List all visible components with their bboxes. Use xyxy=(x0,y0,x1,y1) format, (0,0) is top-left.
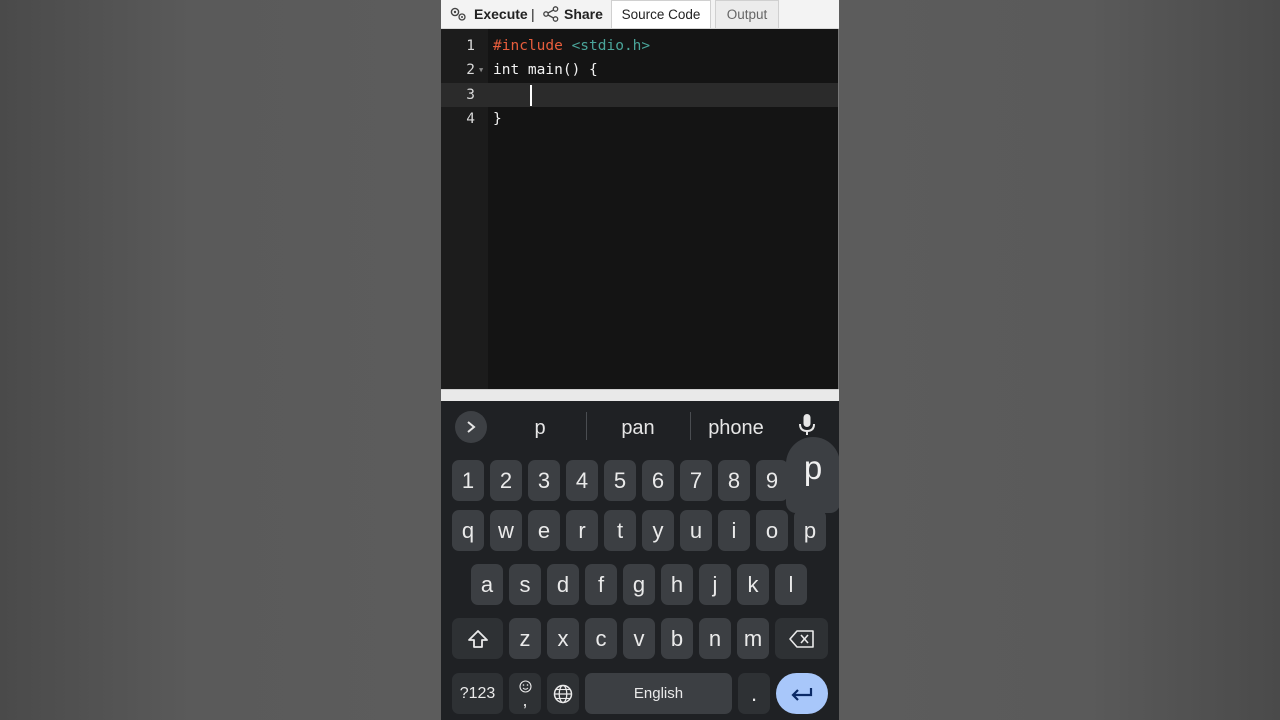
line-number: 4 xyxy=(466,111,475,127)
shift-icon xyxy=(467,629,488,648)
suggestion-item[interactable]: p xyxy=(509,415,571,441)
key-n[interactable]: n xyxy=(699,618,731,659)
suggestion-item[interactable]: phone xyxy=(699,415,773,441)
key-f[interactable]: f xyxy=(585,564,617,605)
enter-key[interactable] xyxy=(776,673,828,714)
key-2[interactable]: 2 xyxy=(490,460,522,501)
suggestion-divider xyxy=(586,412,587,440)
globe-icon xyxy=(553,684,573,703)
key-x[interactable]: x xyxy=(547,618,579,659)
microphone-icon xyxy=(799,414,815,435)
phone-screen: Execute | Share Source Code Output 1 #in… xyxy=(441,0,839,720)
text-cursor xyxy=(530,85,532,106)
key-e[interactable]: e xyxy=(528,510,560,551)
key-5[interactable]: 5 xyxy=(604,460,636,501)
key-l[interactable]: l xyxy=(775,564,807,605)
code-text: #include <stdio.h> xyxy=(493,34,650,58)
emoji-comma-key[interactable]: , xyxy=(509,673,541,714)
key-4[interactable]: 4 xyxy=(566,460,598,501)
key-press-popup: p xyxy=(786,437,839,513)
key-s[interactable]: s xyxy=(509,564,541,605)
key-8[interactable]: 8 xyxy=(718,460,750,501)
space-bar[interactable]: English xyxy=(585,673,732,714)
key-7[interactable]: 7 xyxy=(680,460,712,501)
soft-keyboard: p pan phone 1 2 3 4 5 6 7 8 9 q w e r t … xyxy=(441,401,839,720)
language-key[interactable] xyxy=(547,673,579,714)
editor-toolbar: Execute | Share Source Code Output xyxy=(441,0,839,29)
key-p[interactable]: p xyxy=(794,510,826,551)
tab-output[interactable]: Output xyxy=(715,0,779,28)
line-number: 2 xyxy=(466,62,475,78)
enter-arrow-icon xyxy=(791,687,813,701)
comma-label: , xyxy=(522,690,528,710)
execute-button[interactable]: Execute xyxy=(449,0,528,28)
backspace-icon xyxy=(788,629,814,648)
code-line[interactable]: 1 #include <stdio.h> xyxy=(441,34,838,58)
toolbar-separator: | xyxy=(531,6,535,22)
share-button[interactable]: Share xyxy=(543,0,603,28)
code-text: } xyxy=(493,111,502,127)
key-y[interactable]: y xyxy=(642,510,674,551)
key-j[interactable]: j xyxy=(699,564,731,605)
key-3[interactable]: 3 xyxy=(528,460,560,501)
code-line[interactable]: 4 } xyxy=(441,107,838,131)
tab-source-code[interactable]: Source Code xyxy=(611,0,711,28)
key-m[interactable]: m xyxy=(737,618,769,659)
key-o[interactable]: o xyxy=(756,510,788,551)
key-r[interactable]: r xyxy=(566,510,598,551)
code-text: int main() { xyxy=(493,62,598,78)
suggestion-divider xyxy=(690,412,691,440)
key-9[interactable]: 9 xyxy=(756,460,788,501)
chevron-right-icon xyxy=(467,421,476,433)
suggestion-toolbar-toggle[interactable] xyxy=(455,411,487,443)
symbols-key[interactable]: ?123 xyxy=(452,673,503,714)
key-v[interactable]: v xyxy=(623,618,655,659)
code-line[interactable]: 3 xyxy=(441,83,838,107)
include-directive: #include xyxy=(493,38,572,54)
key-i[interactable]: i xyxy=(718,510,750,551)
key-1[interactable]: 1 xyxy=(452,460,484,501)
key-g[interactable]: g xyxy=(623,564,655,605)
backspace-key[interactable] xyxy=(775,618,828,659)
execute-label: Execute xyxy=(474,6,528,22)
share-icon xyxy=(543,6,559,22)
share-label: Share xyxy=(564,6,603,22)
key-d[interactable]: d xyxy=(547,564,579,605)
key-t[interactable]: t xyxy=(604,510,636,551)
line-number: 1 xyxy=(466,38,475,54)
shift-key[interactable] xyxy=(452,618,503,659)
key-c[interactable]: c xyxy=(585,618,617,659)
key-k[interactable]: k xyxy=(737,564,769,605)
key-u[interactable]: u xyxy=(680,510,712,551)
gears-icon xyxy=(450,7,466,21)
key-6[interactable]: 6 xyxy=(642,460,674,501)
header-name: <stdio.h> xyxy=(571,38,651,54)
key-b[interactable]: b xyxy=(661,618,693,659)
code-editor[interactable]: 1 #include <stdio.h> 2 ▼ int main() { 3 … xyxy=(441,29,839,389)
line-number: 3 xyxy=(466,87,475,103)
code-line[interactable]: 2 ▼ int main() { xyxy=(441,58,838,82)
key-w[interactable]: w xyxy=(490,510,522,551)
period-key[interactable]: . xyxy=(738,673,770,714)
key-z[interactable]: z xyxy=(509,618,541,659)
suggestion-item[interactable]: pan xyxy=(601,415,675,441)
fold-arrow-icon[interactable]: ▼ xyxy=(479,58,483,82)
key-q[interactable]: q xyxy=(452,510,484,551)
key-h[interactable]: h xyxy=(661,564,693,605)
key-a[interactable]: a xyxy=(471,564,503,605)
